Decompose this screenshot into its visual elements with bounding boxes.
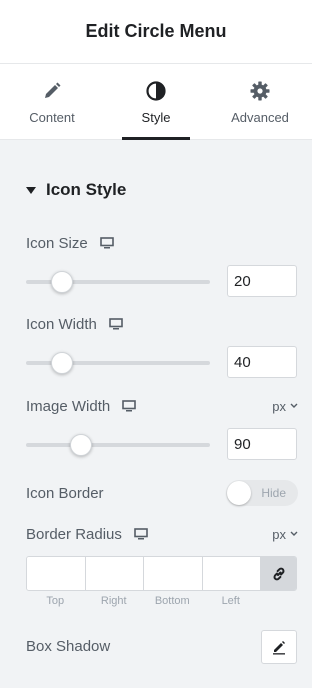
slider-thumb[interactable] xyxy=(51,271,73,293)
gear-icon xyxy=(249,80,271,102)
desktop-icon[interactable] xyxy=(99,237,114,249)
tab-style-label: Style xyxy=(141,110,171,125)
border-radius-label-row: Border Radius px xyxy=(26,524,298,544)
slider-thumb[interactable] xyxy=(51,352,73,374)
icon-size-label-row: Icon Size xyxy=(26,233,298,253)
tab-advanced-label: Advanced xyxy=(231,110,289,125)
icon-width-label-row: Icon Width xyxy=(26,314,298,334)
image-width-label: Image Width xyxy=(26,397,111,415)
desktop-icon[interactable] xyxy=(134,528,148,540)
border-radius-label: Border Radius xyxy=(26,525,122,543)
unit-label: px xyxy=(272,526,286,542)
slider-thumb[interactable] xyxy=(70,434,92,456)
icon-size-slider[interactable] xyxy=(26,270,210,294)
desktop-icon[interactable] xyxy=(109,318,123,330)
pencil-icon xyxy=(273,641,285,655)
icon-width-input[interactable]: 40 xyxy=(227,346,297,378)
image-width-input[interactable]: 90 xyxy=(227,428,297,460)
panel-header: Edit Circle Menu xyxy=(0,0,312,64)
unit-select[interactable]: px xyxy=(272,527,298,542)
tab-style[interactable]: Style xyxy=(104,64,208,140)
page-title: Edit Circle Menu xyxy=(85,21,227,41)
box-shadow-edit-button[interactable] xyxy=(261,630,297,664)
icon-size-input[interactable]: 20 xyxy=(227,265,297,297)
toggle-knob xyxy=(227,481,251,505)
link-values-button[interactable] xyxy=(261,557,296,590)
icon-border-label: Icon Border xyxy=(26,484,104,502)
side-label-right: Right xyxy=(100,595,127,607)
icon-width-label: Icon Width xyxy=(26,315,97,333)
slider-track xyxy=(26,443,210,447)
unit-label: px xyxy=(272,398,286,414)
style-panel: Icon Style Icon Size 20 Icon Width 40 Im… xyxy=(0,140,312,688)
radius-bottom-input[interactable] xyxy=(144,557,203,590)
icon-size-label: Icon Size xyxy=(26,234,88,252)
side-label-left: Left xyxy=(221,595,240,607)
radius-right-input[interactable] xyxy=(85,557,144,590)
caret-down-icon xyxy=(26,186,36,194)
link-icon xyxy=(273,567,284,580)
border-radius-side-labels: Top Right Bottom Left xyxy=(26,595,260,607)
toggle-text: Hide xyxy=(261,486,286,500)
side-label-top: Top xyxy=(46,595,65,607)
tab-content[interactable]: Content xyxy=(0,64,104,139)
icon-border-toggle[interactable]: Hide xyxy=(226,480,298,506)
radius-top-input[interactable] xyxy=(27,557,86,590)
desktop-icon[interactable] xyxy=(122,400,137,412)
icon-width-slider[interactable] xyxy=(26,351,210,375)
tab-advanced[interactable]: Advanced xyxy=(208,64,312,139)
box-shadow-label: Box Shadow xyxy=(26,637,111,655)
image-width-label-row: Image Width px xyxy=(26,396,298,416)
chevron-down-icon xyxy=(290,403,298,408)
pencil-icon xyxy=(41,80,63,102)
unit-select[interactable]: px xyxy=(272,399,298,414)
border-radius-inputs xyxy=(26,556,297,591)
chevron-down-icon xyxy=(290,531,298,536)
box-shadow-label-row: Box Shadow xyxy=(26,636,298,656)
radius-left-input[interactable] xyxy=(202,557,261,590)
tab-bar: Content Style Advanced xyxy=(0,64,312,140)
section-title: Icon Style xyxy=(46,180,127,199)
section-toggle-icon-style[interactable]: Icon Style xyxy=(26,180,126,200)
tab-content-label: Content xyxy=(29,110,75,125)
image-width-slider[interactable] xyxy=(26,433,210,457)
side-label-bottom: Bottom xyxy=(154,595,190,607)
half-circle-icon xyxy=(145,80,167,102)
